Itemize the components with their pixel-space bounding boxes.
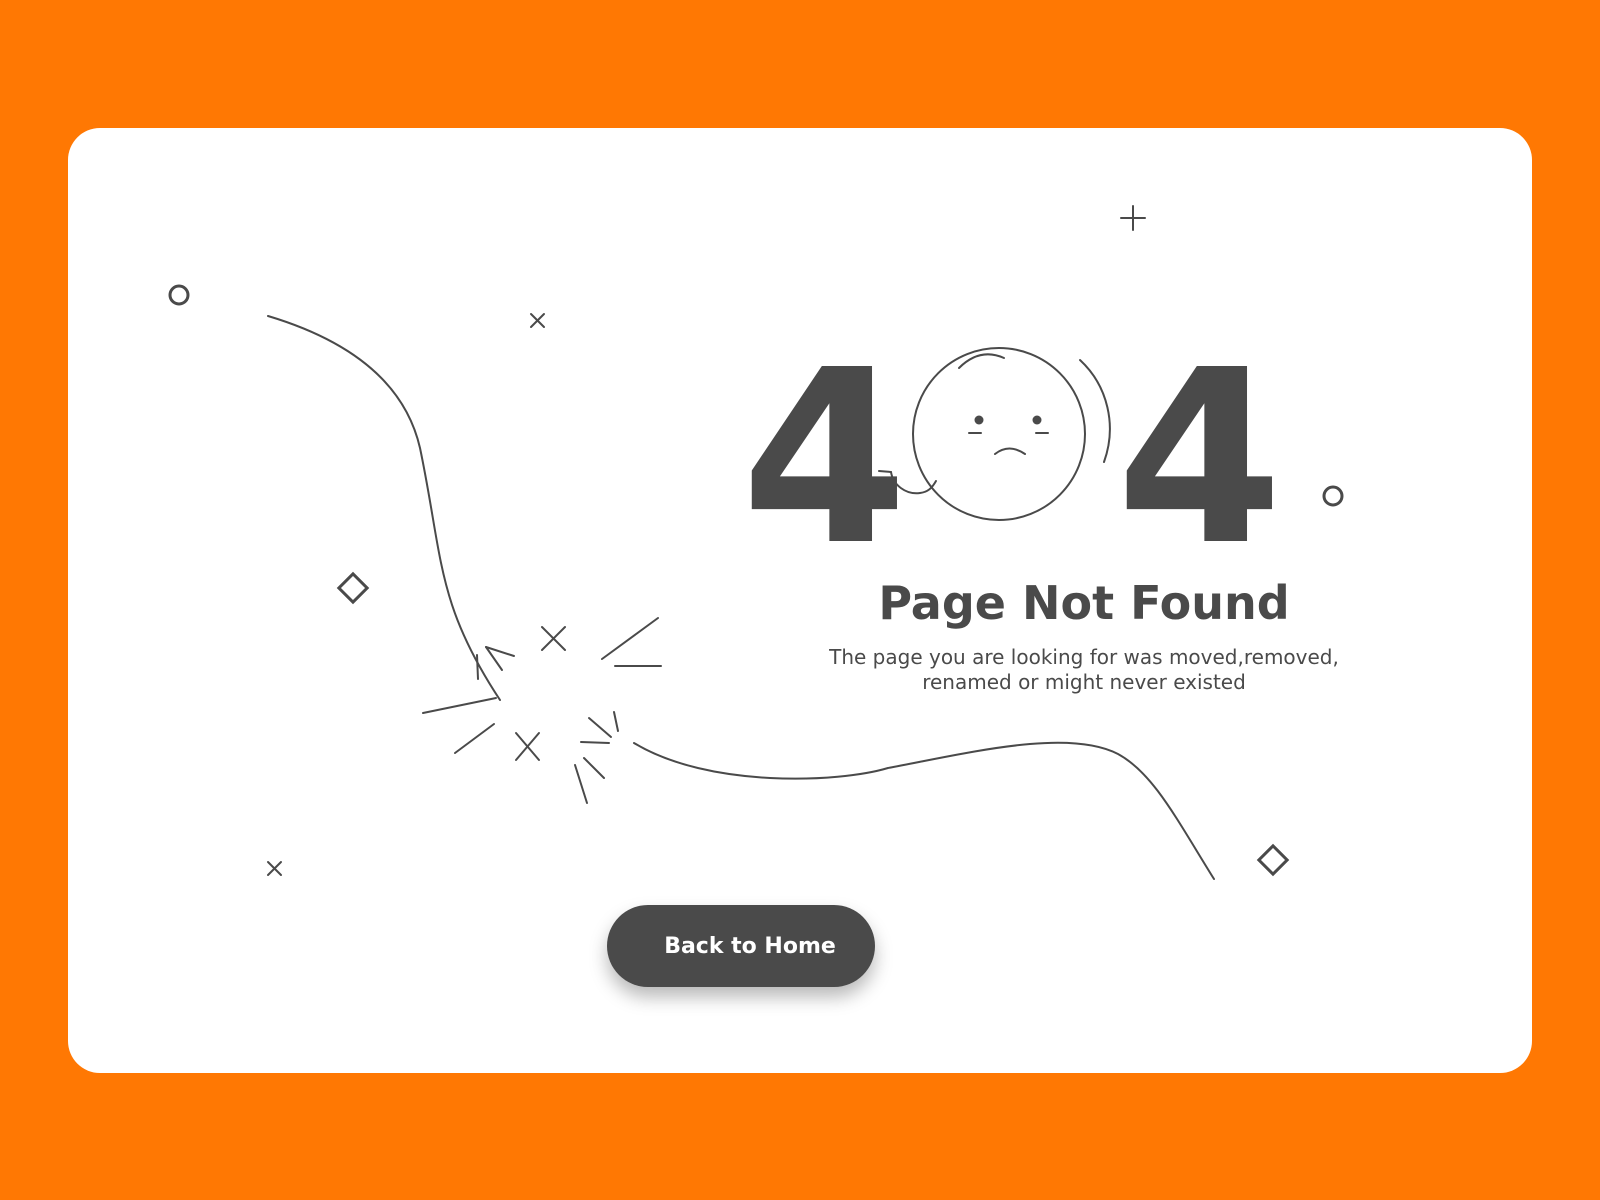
circle-icon	[1322, 485, 1344, 507]
error-digit-right: 4	[1116, 318, 1283, 598]
error-digit-left: 4	[741, 318, 908, 598]
broken-wire-icon	[633, 741, 1215, 880]
spark-icon	[422, 617, 662, 804]
circle-icon	[168, 284, 190, 306]
diamond-icon	[336, 571, 370, 605]
diamond-icon	[1256, 843, 1290, 877]
cross-icon	[267, 861, 282, 876]
cross-icon	[530, 313, 545, 328]
error-message-line: The page you are looking for was moved,r…	[829, 645, 1339, 669]
error-message: The page you are looking for was moved,r…	[748, 645, 1420, 695]
sad-face-icon	[878, 347, 1111, 521]
back-to-home-button[interactable]: Back to Home	[607, 905, 875, 987]
page-title: Page Not Found	[878, 576, 1290, 630]
error-card: 4 4 Page Not Found The page you are look…	[68, 128, 1532, 1073]
error-message-line: renamed or might never existed	[922, 670, 1246, 694]
plus-icon	[1120, 205, 1146, 231]
broken-wire-icon	[267, 315, 501, 701]
